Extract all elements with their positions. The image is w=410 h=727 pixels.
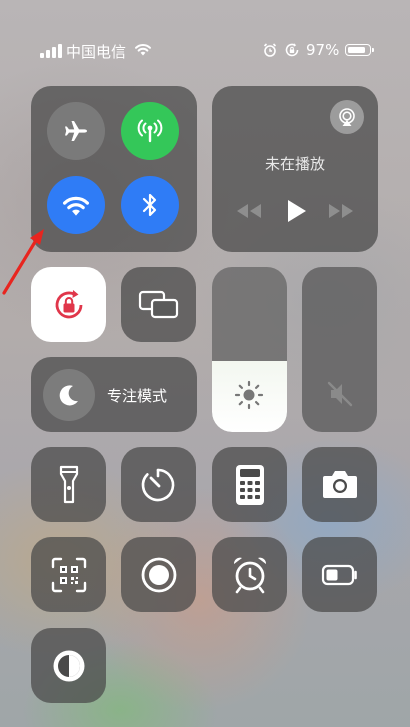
- alarm-clock-icon: [233, 557, 267, 594]
- cellular-data-toggle[interactable]: [121, 102, 179, 160]
- dark-mode-button[interactable]: [31, 628, 106, 703]
- sun-icon: [234, 380, 264, 410]
- battery-icon: [345, 44, 375, 56]
- status-bar: 中国电信 97%: [0, 0, 410, 100]
- camera-button[interactable]: [302, 447, 377, 522]
- media-status: 未在播放: [264, 155, 325, 173]
- camera-icon: [323, 471, 357, 498]
- volume-slider[interactable]: [302, 267, 377, 432]
- timer-icon: [141, 468, 175, 502]
- airplane-mode-toggle[interactable]: [47, 102, 105, 160]
- dark-mode-icon: [53, 650, 85, 682]
- focus-mode-button[interactable]: 专注模式: [31, 357, 197, 432]
- wifi-icon: [135, 43, 151, 56]
- bluetooth-toggle[interactable]: [121, 176, 179, 234]
- media-player[interactable]: 未在播放: [212, 86, 378, 252]
- qr-scanner-button[interactable]: [31, 537, 106, 612]
- timer-button[interactable]: [121, 447, 196, 522]
- airplay-audio-icon: [339, 108, 355, 126]
- qr-code-scanner-icon: [51, 557, 87, 593]
- flashlight-button[interactable]: [31, 447, 106, 522]
- screen-record-icon: [141, 557, 177, 593]
- wifi-icon: [63, 196, 89, 216]
- flashlight-icon: [59, 465, 79, 504]
- play-icon[interactable]: [283, 198, 309, 224]
- airplay-button[interactable]: [330, 100, 364, 134]
- brightness-slider[interactable]: [212, 267, 287, 432]
- orientation-lock-icon: [285, 43, 299, 57]
- rewind-icon[interactable]: [234, 202, 264, 220]
- status-right-group: 97%: [262, 41, 375, 59]
- screen-mirroring-button[interactable]: [121, 267, 196, 342]
- bluetooth-icon: [142, 193, 157, 217]
- fast-forward-icon[interactable]: [326, 202, 356, 220]
- battery-percent: 97%: [306, 41, 340, 59]
- screen-recording-button[interactable]: [121, 537, 196, 612]
- annotation-arrow: [2, 229, 44, 295]
- calculator-button[interactable]: [212, 447, 287, 522]
- speaker-muted-icon: [327, 381, 353, 407]
- airplane-icon: [65, 121, 87, 141]
- carrier-name: 中国电信: [66, 43, 127, 61]
- low-power-battery-icon: [321, 564, 357, 586]
- alarm-icon: [263, 43, 277, 57]
- focus-mode-label: 专注模式: [107, 387, 168, 405]
- signal-bars-icon: [40, 42, 62, 58]
- cellular-antenna-icon: [137, 119, 163, 143]
- calculator-icon: [236, 465, 264, 505]
- screen-mirroring-icon: [138, 290, 179, 319]
- low-power-mode-button[interactable]: [302, 537, 377, 612]
- alarm-button[interactable]: [212, 537, 287, 612]
- moon-icon: [43, 369, 95, 421]
